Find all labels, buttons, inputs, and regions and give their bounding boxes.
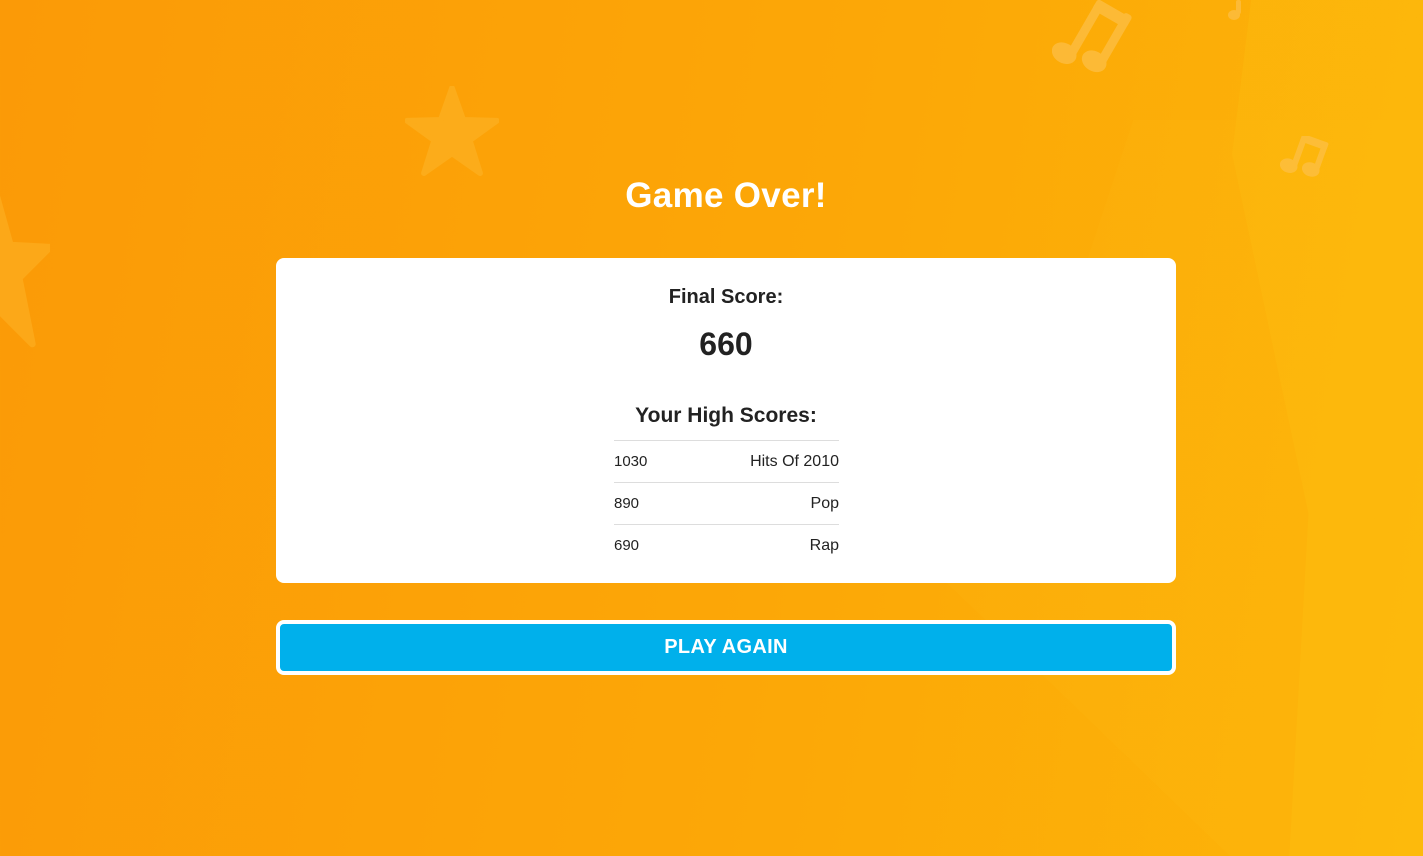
high-score-value: 690 [614,537,640,554]
score-card: Final Score: 660 Your High Scores: 1030 … [276,258,1176,583]
high-score-category: Pop [810,494,839,512]
final-score-label: Final Score: [668,286,784,308]
high-score-row: 690 Rap [614,525,839,566]
final-score-value: 660 [699,326,753,362]
high-score-value: 890 [614,495,640,512]
high-score-row: 890 Pop [614,483,839,525]
high-scores-title: Your High Scores: [635,404,817,427]
high-score-value: 1030 [614,453,648,470]
game-over-title: Game Over! [625,176,827,215]
music-note-icon [1228,0,1241,20]
play-again-button[interactable]: PLAY AGAIN [276,620,1176,675]
music-note-icon [1052,0,1132,73]
star-icon [405,86,499,176]
high-score-category: Hits Of 2010 [750,452,839,470]
high-scores-table: 1030 Hits Of 2010 890 Pop 690 Rap [614,440,839,566]
high-score-category: Rap [809,536,839,554]
high-score-row: 1030 Hits Of 2010 [614,441,839,483]
